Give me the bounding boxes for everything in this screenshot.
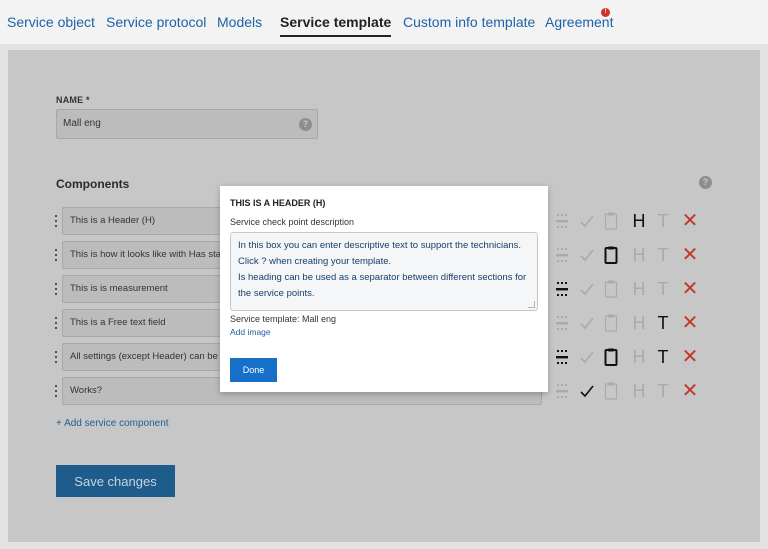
separator-icon[interactable] xyxy=(552,277,572,301)
component-options: H T ✕ xyxy=(552,209,702,233)
drag-handle-icon[interactable] xyxy=(54,316,58,330)
drag-handle-icon[interactable] xyxy=(54,384,58,398)
separator-icon[interactable] xyxy=(552,243,572,267)
description-line: the service points. xyxy=(238,288,315,299)
tab-service-protocol[interactable]: Service protocol xyxy=(106,14,206,30)
text-toggle-icon[interactable]: T xyxy=(653,345,673,369)
description-textarea[interactable]: In this box you can enter descriptive te… xyxy=(230,232,538,311)
component-options: H T ✕ xyxy=(552,345,702,369)
separator-icon[interactable] xyxy=(552,345,572,369)
delete-icon[interactable]: ✕ xyxy=(680,379,700,403)
tab-service-template[interactable]: Service template xyxy=(280,14,392,37)
top-navigation: Service object Service protocol Models S… xyxy=(0,0,768,44)
description-line: In this box you can enter descriptive te… xyxy=(238,240,522,251)
modal-title: THIS IS A HEADER (H) xyxy=(230,198,326,208)
components-help-icon[interactable]: ? xyxy=(699,176,712,189)
drag-handle-icon[interactable] xyxy=(54,350,58,364)
drag-handle-icon[interactable] xyxy=(54,248,58,262)
checkmark-icon[interactable] xyxy=(577,277,597,301)
component-text: All settings (except Header) can be xyxy=(70,351,218,362)
add-image-link[interactable]: Add image xyxy=(230,327,271,337)
separator-icon[interactable] xyxy=(552,209,572,233)
tab-service-object[interactable]: Service object xyxy=(7,14,95,30)
component-text: Works? xyxy=(70,385,103,396)
name-input[interactable]: Mall eng xyxy=(56,109,318,139)
component-options: H T ✕ xyxy=(552,379,702,403)
text-toggle-icon[interactable]: T xyxy=(653,209,673,233)
done-button[interactable]: Done xyxy=(230,358,277,382)
tab-custom-info-template[interactable]: Custom info template xyxy=(403,14,535,30)
clipboard-icon[interactable] xyxy=(601,311,621,335)
component-text: This is a Free text field xyxy=(70,317,166,328)
component-options: H T ✕ xyxy=(552,243,702,267)
name-value: Mall eng xyxy=(63,118,101,129)
header-toggle-icon[interactable]: H xyxy=(629,379,649,403)
component-text: This is how it looks like with Has sta xyxy=(70,249,221,260)
header-toggle-icon[interactable]: H xyxy=(629,277,649,301)
save-changes-button[interactable]: Save changes xyxy=(56,465,175,497)
clipboard-icon[interactable] xyxy=(601,277,621,301)
header-toggle-icon[interactable]: H xyxy=(629,209,649,233)
delete-icon[interactable]: ✕ xyxy=(680,311,700,335)
clipboard-icon[interactable] xyxy=(601,209,621,233)
drag-handle-icon[interactable] xyxy=(54,282,58,296)
checkmark-icon[interactable] xyxy=(577,311,597,335)
component-edit-modal: THIS IS A HEADER (H) Service check point… xyxy=(220,186,548,392)
add-service-component-link[interactable]: + Add service component xyxy=(56,418,169,429)
component-options: H T ✕ xyxy=(552,311,702,335)
agreement-alert-badge: ! xyxy=(601,8,610,17)
checkmark-icon[interactable] xyxy=(577,345,597,369)
clipboard-icon[interactable] xyxy=(601,379,621,403)
header-toggle-icon[interactable]: H xyxy=(629,311,649,335)
resize-handle-icon[interactable] xyxy=(528,301,535,308)
component-options: H T ✕ xyxy=(552,277,702,301)
description-line: Click ? when creating your template. xyxy=(238,256,392,267)
component-text: This is a Header (H) xyxy=(70,215,155,226)
text-toggle-icon[interactable]: T xyxy=(653,311,673,335)
name-help-icon[interactable]: ? xyxy=(299,118,312,131)
name-label: NAME * xyxy=(56,95,90,105)
description-line: Is heading can be used as a separator be… xyxy=(238,272,527,283)
separator-icon[interactable] xyxy=(552,379,572,403)
tab-models[interactable]: Models xyxy=(217,14,262,30)
clipboard-icon[interactable] xyxy=(601,345,621,369)
clipboard-icon[interactable] xyxy=(601,243,621,267)
checkmark-icon[interactable] xyxy=(577,243,597,267)
header-toggle-icon[interactable]: H xyxy=(629,345,649,369)
description-label: Service check point description xyxy=(230,217,355,227)
header-toggle-icon[interactable]: H xyxy=(629,243,649,267)
delete-icon[interactable]: ✕ xyxy=(680,243,700,267)
service-template-name: Service template: Mall eng xyxy=(230,314,337,324)
drag-handle-icon[interactable] xyxy=(54,214,58,228)
components-title: Components xyxy=(56,177,130,191)
separator-icon[interactable] xyxy=(552,311,572,335)
checkmark-icon[interactable] xyxy=(577,209,597,233)
delete-icon[interactable]: ✕ xyxy=(680,277,700,301)
delete-icon[interactable]: ✕ xyxy=(680,209,700,233)
checkmark-icon[interactable] xyxy=(577,379,597,403)
text-toggle-icon[interactable]: T xyxy=(653,379,673,403)
component-text: This is is measurement xyxy=(70,283,168,294)
text-toggle-icon[interactable]: T xyxy=(653,243,673,267)
delete-icon[interactable]: ✕ xyxy=(680,345,700,369)
text-toggle-icon[interactable]: T xyxy=(653,277,673,301)
